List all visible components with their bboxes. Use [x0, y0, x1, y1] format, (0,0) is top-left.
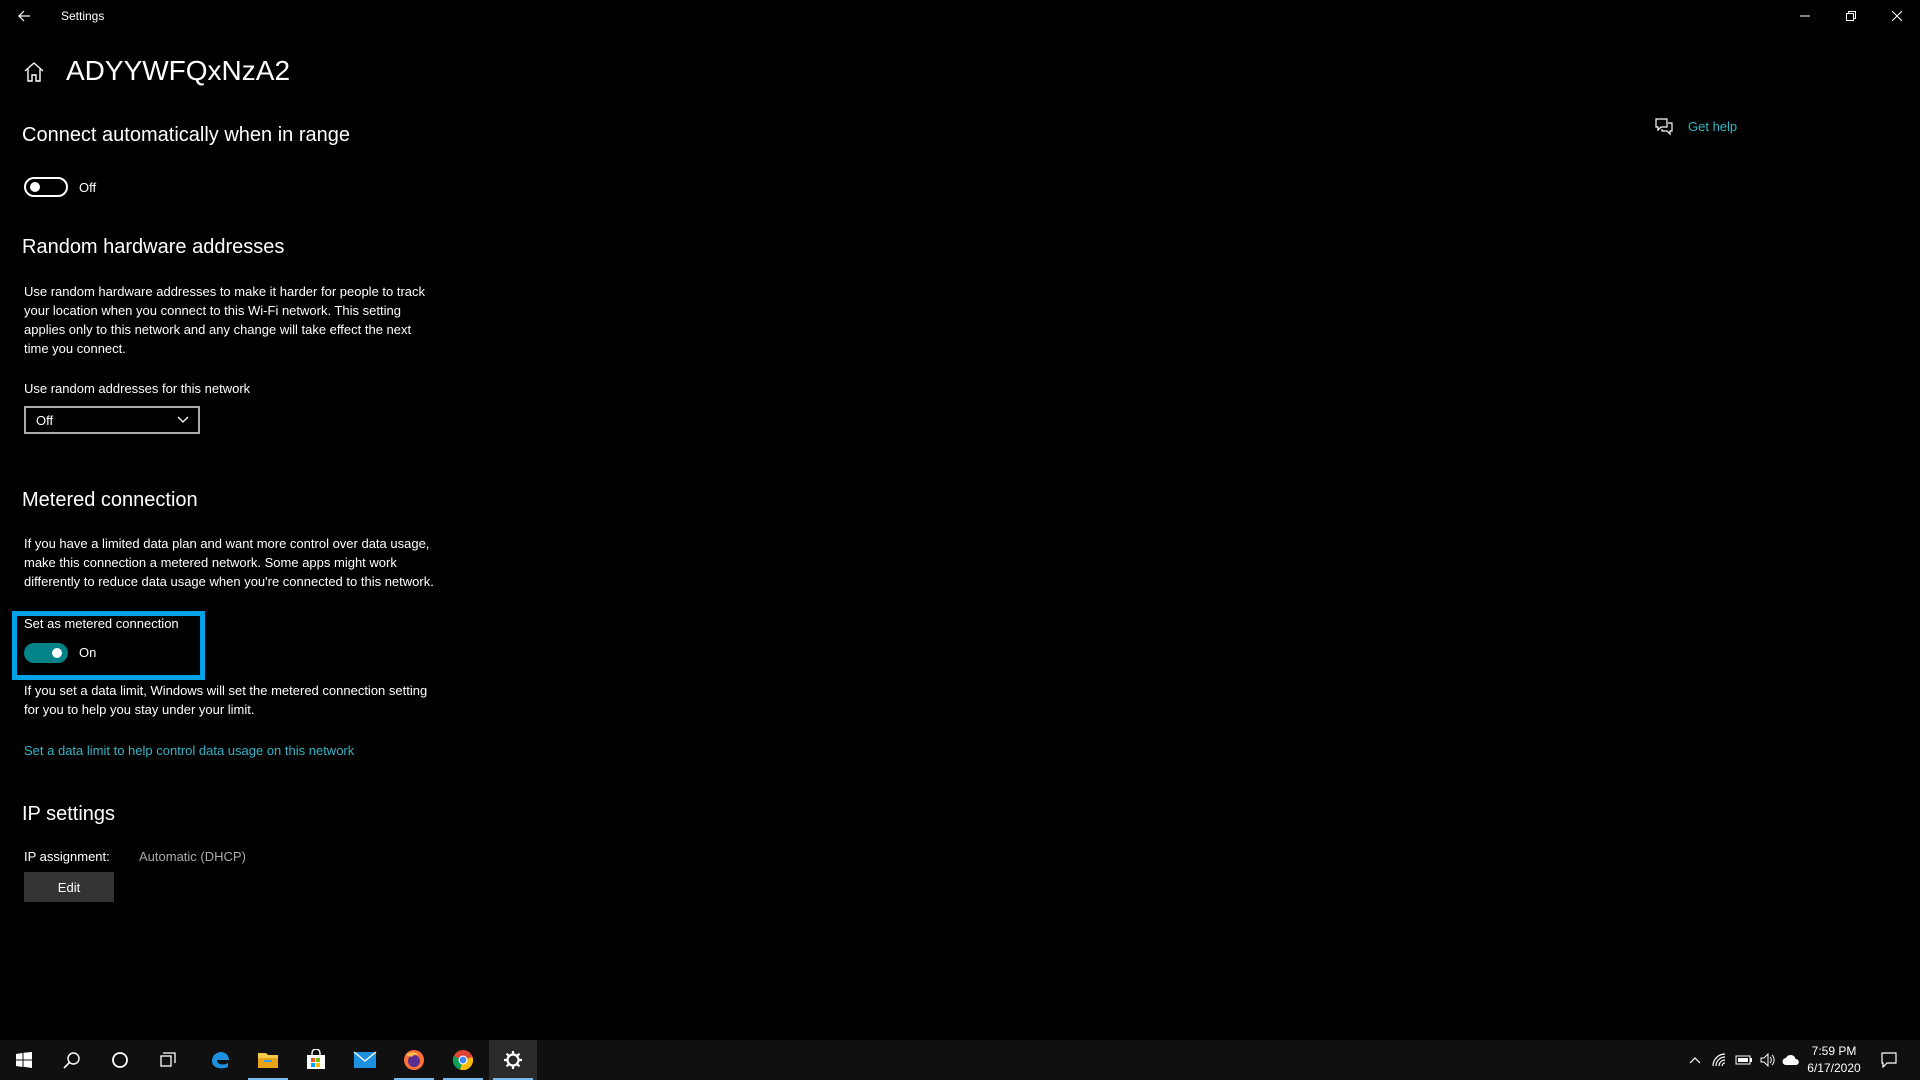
notifications-icon [1881, 1052, 1897, 1068]
taskbar-mail[interactable] [341, 1040, 389, 1080]
minimize-button[interactable] [1782, 0, 1828, 32]
taskbar-settings[interactable] [489, 1040, 537, 1080]
wifi-icon [1712, 1053, 1726, 1067]
mail-icon [353, 1051, 377, 1068]
network-tray-button[interactable] [1708, 1040, 1732, 1080]
ip-assignment-label: IP assignment: [24, 849, 110, 864]
show-hidden-icons-button[interactable] [1684, 1040, 1706, 1080]
cloud-icon [1782, 1054, 1799, 1065]
description-line: differently to reduce data usage when yo… [24, 574, 434, 589]
restore-button[interactable] [1828, 0, 1874, 32]
search-icon [63, 1052, 80, 1069]
description-line: If you set a data limit, Windows will se… [24, 683, 428, 698]
data-limit-description: If you set a data limit, Windows will se… [24, 681, 474, 719]
set-data-limit-link[interactable]: Set a data limit to help control data us… [24, 743, 354, 758]
description-line: If you have a limited data plan and want… [24, 536, 430, 551]
task-view-icon [160, 1052, 176, 1067]
metered-description: If you have a limited data plan and want… [24, 534, 474, 591]
taskbar-clock[interactable]: 7:59 PM 6/17/2020 [1800, 1043, 1868, 1077]
taskbar: 7:59 PM 6/17/2020 [0, 1040, 1920, 1080]
store-icon [307, 1049, 325, 1069]
chrome-icon [452, 1050, 473, 1071]
connect-auto-toggle[interactable] [24, 177, 68, 197]
cortana-button[interactable] [96, 1040, 144, 1080]
close-icon [1892, 11, 1902, 21]
get-help-icon[interactable] [1654, 116, 1674, 136]
description-line: applies only to this network and any cha… [24, 322, 412, 337]
dropdown-value: Off [36, 413, 54, 428]
task-view-button[interactable] [144, 1040, 192, 1080]
window-title: Settings [61, 9, 105, 23]
home-icon[interactable] [22, 60, 46, 84]
chevron-up-icon [1689, 1057, 1701, 1064]
file-explorer-icon [258, 1053, 278, 1068]
highlight-box [12, 611, 205, 680]
description-line: make this connection a metered network. … [24, 555, 397, 570]
description-line: Use random hardware addresses to make it… [24, 284, 426, 299]
settings-icon [504, 1051, 522, 1069]
back-button[interactable] [8, 0, 40, 32]
random-hw-heading: Random hardware addresses [22, 236, 285, 258]
battery-icon [1735, 1055, 1752, 1065]
chevron-down-icon [177, 416, 189, 423]
taskbar-file-explorer[interactable] [244, 1040, 292, 1080]
clock-time: 7:59 PM [1811, 1044, 1857, 1058]
back-arrow-icon [18, 10, 30, 22]
action-center-button[interactable] [1872, 1040, 1906, 1080]
metered-heading: Metered connection [22, 489, 198, 511]
random-addresses-dropdown[interactable]: Off [24, 406, 200, 434]
volume-icon [1760, 1053, 1775, 1067]
random-hw-description: Use random hardware addresses to make it… [24, 282, 474, 358]
firefox-icon [404, 1050, 424, 1070]
random-addresses-label: Use random addresses for this network [24, 381, 251, 396]
edit-ip-button[interactable]: Edit [24, 872, 114, 902]
toggle-knob [30, 182, 40, 192]
search-button[interactable] [48, 1040, 96, 1080]
clock-date: 6/17/2020 [1807, 1061, 1861, 1075]
description-line: for you to help you stay under your limi… [24, 702, 255, 717]
description-line: time you connect. [24, 341, 126, 356]
title-bar: Settings [0, 0, 1920, 32]
connect-auto-heading: Connect automatically when in range [22, 124, 350, 146]
taskbar-store[interactable] [292, 1040, 340, 1080]
taskbar-chrome[interactable] [439, 1040, 487, 1080]
battery-tray-button[interactable] [1732, 1040, 1756, 1080]
taskbar-edge[interactable] [196, 1040, 244, 1080]
connect-auto-state: Off [79, 180, 97, 195]
edge-icon [212, 1052, 229, 1069]
description-line: your location when you connect to this W… [24, 303, 401, 318]
minimize-icon [1800, 15, 1810, 17]
cortana-icon [112, 1052, 128, 1068]
close-button[interactable] [1874, 0, 1920, 32]
ip-settings-heading: IP settings [22, 803, 116, 825]
volume-tray-button[interactable] [1756, 1040, 1780, 1080]
taskbar-firefox[interactable] [390, 1040, 438, 1080]
restore-icon [1846, 11, 1856, 21]
ip-assignment-value: Automatic (DHCP) [139, 849, 246, 864]
get-help-link[interactable]: Get help [1688, 119, 1737, 134]
start-button[interactable] [0, 1040, 48, 1080]
page-title: ADYYWFQxNzA2 [66, 55, 291, 86]
settings-window: Settings ADYYWFQxNzA2 Get help Connect a… [0, 0, 1920, 1040]
start-icon [16, 1052, 32, 1068]
